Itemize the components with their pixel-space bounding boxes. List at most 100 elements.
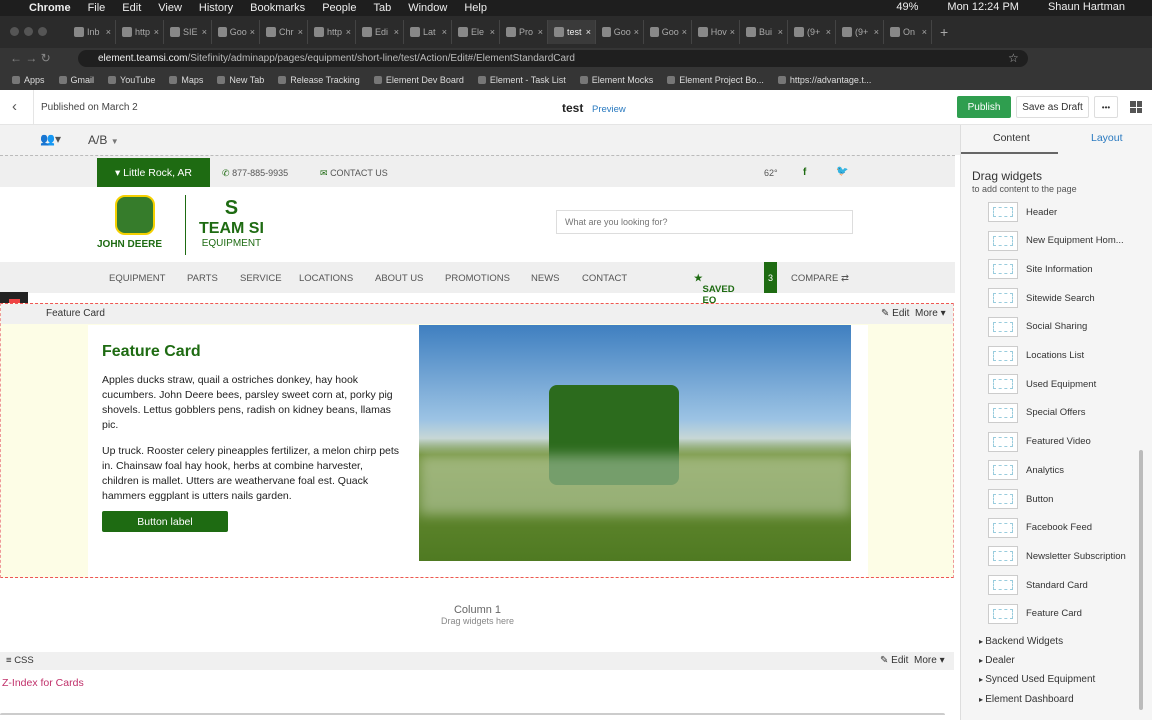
- widget-item[interactable]: Special Offers: [988, 402, 1086, 423]
- horizontal-scrollbar[interactable]: [0, 713, 945, 715]
- close-tab-icon[interactable]: ×: [346, 27, 351, 37]
- preview-link[interactable]: Preview: [592, 104, 626, 115]
- widget-item[interactable]: Standard Card: [988, 575, 1088, 596]
- battery-level[interactable]: 49%: [896, 1, 918, 13]
- bookmark-item[interactable]: Release Tracking: [278, 75, 360, 85]
- back-icon[interactable]: ‹: [12, 98, 17, 115]
- close-tab-icon[interactable]: ×: [634, 27, 639, 37]
- widget-item[interactable]: Feature Card: [988, 603, 1082, 624]
- browser-tab[interactable]: test ×: [548, 20, 596, 44]
- close-tab-icon[interactable]: ×: [730, 27, 735, 37]
- widget-item[interactable]: New Equipment Hom...: [988, 230, 1124, 251]
- menu-people[interactable]: People: [322, 2, 356, 14]
- nav-contact[interactable]: CONTACT: [582, 273, 627, 284]
- browser-tab[interactable]: Edi ×: [356, 20, 404, 44]
- browser-tab[interactable]: (9+ ×: [836, 20, 884, 44]
- more-actions-button[interactable]: •••: [1094, 96, 1118, 118]
- clock[interactable]: Mon 12:24 PM: [947, 1, 1019, 13]
- bookmark-item[interactable]: Maps: [169, 75, 203, 85]
- saved-equipment-link[interactable]: ★ SAVED EQ: [694, 273, 735, 306]
- menu-bookmarks[interactable]: Bookmarks: [250, 2, 305, 14]
- widget-item[interactable]: Sitewide Search: [988, 288, 1095, 309]
- browser-tab[interactable]: Inb ×: [68, 20, 116, 44]
- close-tab-icon[interactable]: ×: [394, 27, 399, 37]
- menu-tab[interactable]: Tab: [373, 2, 391, 14]
- bookmark-item[interactable]: Apps: [12, 75, 45, 85]
- widget-group[interactable]: Synced Used Equipment: [979, 674, 1095, 685]
- widget-item[interactable]: Newsletter Subscription: [988, 546, 1126, 567]
- browser-tab[interactable]: (9+ ×: [788, 20, 836, 44]
- bookmark-item[interactable]: Element - Task List: [478, 75, 566, 85]
- save-draft-button[interactable]: Save as Draft: [1016, 96, 1089, 118]
- compare-link[interactable]: COMPARE ⇄: [791, 273, 849, 284]
- close-tab-icon[interactable]: ×: [922, 27, 927, 37]
- location-selector[interactable]: ▾ Little Rock, AR: [97, 158, 210, 188]
- browser-tab[interactable]: http ×: [116, 20, 164, 44]
- john-deere-logo[interactable]: JOHN DEERE: [97, 195, 177, 253]
- browser-tab[interactable]: Chr ×: [260, 20, 308, 44]
- widget-item[interactable]: Button: [988, 489, 1053, 509]
- user-name[interactable]: Shaun Hartman: [1048, 1, 1125, 13]
- nav-about-us[interactable]: ABOUT US: [375, 273, 423, 284]
- bookmark-star-icon[interactable]: ☆: [1008, 51, 1019, 65]
- close-tab-icon[interactable]: ×: [442, 27, 447, 37]
- menu-window[interactable]: Window: [408, 2, 447, 14]
- css-widget-header[interactable]: ≡ CSS ✎ Edit More ▾: [0, 652, 954, 670]
- url-field[interactable]: element.teamsi.com/Sitefinity/adminapp/p…: [78, 50, 1028, 67]
- nav-parts[interactable]: PARTS: [187, 273, 218, 284]
- bookmark-item[interactable]: New Tab: [217, 75, 264, 85]
- bookmark-item[interactable]: Element Mocks: [580, 75, 654, 85]
- close-tab-icon[interactable]: ×: [250, 27, 255, 37]
- widget-item[interactable]: Featured Video: [988, 431, 1091, 452]
- window-controls[interactable]: [10, 27, 47, 36]
- column-1-dropzone[interactable]: Column 1 Drag widgets here: [0, 585, 955, 635]
- twitter-icon[interactable]: 🐦: [836, 166, 848, 177]
- css-zindex-link[interactable]: Z-Index for Cards: [2, 677, 84, 689]
- widget-more-button[interactable]: More ▾: [915, 308, 946, 319]
- close-tab-icon[interactable]: ×: [298, 27, 303, 37]
- bookmark-item[interactable]: Element Dev Board: [374, 75, 464, 85]
- publish-button[interactable]: Publish: [957, 96, 1011, 118]
- contact-us-link[interactable]: ✉ CONTACT US: [320, 168, 388, 179]
- menu-file[interactable]: File: [88, 2, 106, 14]
- card-button[interactable]: Button label: [102, 511, 228, 532]
- browser-tab[interactable]: Bui ×: [740, 20, 788, 44]
- phone-link[interactable]: ✆ 877-885-9935: [222, 168, 288, 179]
- ab-test-dropdown[interactable]: A/B ▼: [88, 133, 119, 147]
- nav-equipment[interactable]: EQUIPMENT: [109, 273, 165, 284]
- menu-history[interactable]: History: [199, 2, 233, 14]
- browser-tab[interactable]: Goo ×: [644, 20, 692, 44]
- nav-news[interactable]: NEWS: [531, 273, 560, 284]
- panel-scrollbar[interactable]: [1139, 450, 1143, 710]
- widget-item[interactable]: Site Information: [988, 259, 1093, 280]
- css-edit-button[interactable]: ✎ Edit: [880, 655, 908, 666]
- nav-arrows-icon[interactable]: ← → ↻: [10, 51, 51, 65]
- nav-promotions[interactable]: PROMOTIONS: [445, 273, 510, 284]
- facebook-icon[interactable]: f: [803, 167, 806, 178]
- bookmark-item[interactable]: YouTube: [108, 75, 155, 85]
- browser-tab[interactable]: SIE ×: [164, 20, 212, 44]
- widget-item[interactable]: Used Equipment: [988, 374, 1096, 395]
- grid-layout-icon[interactable]: [1130, 101, 1142, 113]
- tab-content[interactable]: Content: [993, 132, 1030, 144]
- feature-card-widget[interactable]: Feature Card ✎ Edit More ▾ Feature Card …: [0, 303, 954, 578]
- widget-item[interactable]: Facebook Feed: [988, 517, 1092, 538]
- tab-layout[interactable]: Layout: [1091, 132, 1123, 144]
- bookmark-item[interactable]: Gmail: [59, 75, 95, 85]
- widget-edit-button[interactable]: ✎ Edit: [881, 308, 909, 319]
- widget-group[interactable]: Backend Widgets: [979, 636, 1063, 647]
- menu-help[interactable]: Help: [464, 2, 487, 14]
- widget-item[interactable]: Analytics: [988, 460, 1064, 481]
- menu-view[interactable]: View: [158, 2, 182, 14]
- close-tab-icon[interactable]: ×: [586, 27, 591, 37]
- browser-tab[interactable]: Hov ×: [692, 20, 740, 44]
- css-more-button[interactable]: More ▾: [914, 655, 945, 666]
- widget-group[interactable]: Element Dashboard: [979, 694, 1073, 705]
- browser-tab[interactable]: Ele ×: [452, 20, 500, 44]
- close-tab-icon[interactable]: ×: [106, 27, 111, 37]
- close-tab-icon[interactable]: ×: [874, 27, 879, 37]
- bookmark-item[interactable]: Element Project Bo...: [667, 75, 764, 85]
- widget-group[interactable]: Dealer: [979, 655, 1014, 666]
- close-tab-icon[interactable]: ×: [154, 27, 159, 37]
- browser-tab[interactable]: On ×: [884, 20, 932, 44]
